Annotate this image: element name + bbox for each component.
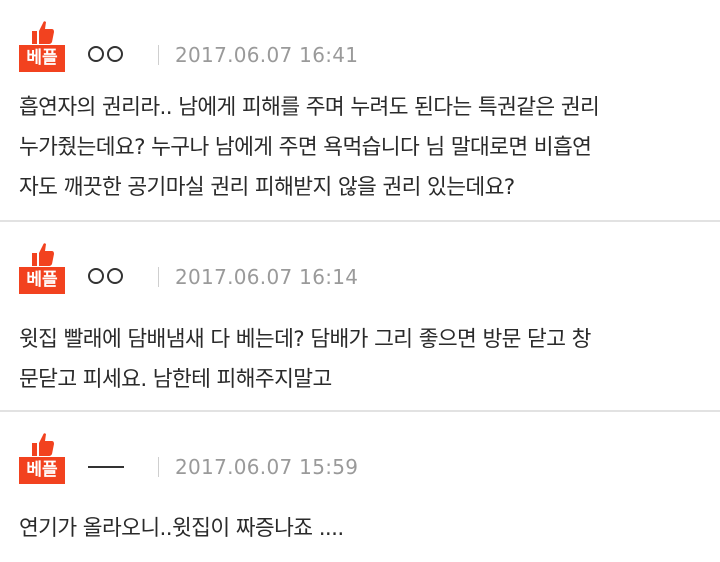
- best-comment-badge: 베플: [19, 242, 65, 296]
- thumbs-up-icon: [32, 21, 54, 44]
- comment-line: 누가줬는데요? 누구나 남에게 주면 욕먹습니다 님 말대로면 비흡연: [19, 135, 592, 160]
- nickname[interactable]: [88, 268, 123, 288]
- badge-label: 베플: [19, 457, 65, 484]
- best-comment-badge: 베플: [19, 20, 65, 74]
- meta-separator: [158, 267, 159, 287]
- comment-item: 베플 2017.06.07 15:59 연기가 올라오니..윗집이 짜증나죠 .…: [0, 412, 720, 562]
- meta-separator: [158, 457, 159, 477]
- nickname-circle-icon: [88, 268, 104, 284]
- comment-line: 연기가 올라오니..윗집이 짜증나죠 ....: [19, 516, 344, 541]
- comment-item: 베플 2017.06.07 16:14 윗집 빨래에 담배냄새 다 베는데? 담…: [0, 222, 720, 410]
- comment-meta: 베플 2017.06.07 15:59: [19, 432, 699, 486]
- comment-text: 흡연자의 권리라.. 남에게 피해를 주며 누려도 된다는 특권같은 권리 누가…: [19, 88, 709, 208]
- comment-line: 흡연자의 권리라.. 남에게 피해를 주며 누려도 된다는 특권같은 권리: [19, 95, 600, 120]
- comment-line: 윗집 빨래에 담배냄새 다 베는데? 담배가 그리 좋으면 방문 닫고 창: [19, 327, 591, 352]
- thumbs-up-icon: [32, 243, 54, 266]
- badge-label: 베플: [19, 267, 65, 294]
- best-comment-badge: 베플: [19, 432, 65, 486]
- nickname-circle-icon: [88, 46, 104, 62]
- comment-date: 2017.06.07 16:41: [175, 43, 359, 67]
- comment-item: 베플 2017.06.07 16:41 흡연자의 권리라.. 남에게 피해를 주…: [0, 0, 720, 220]
- comment-text: 연기가 올라오니..윗집이 짜증나죠 ....: [19, 509, 709, 549]
- thumbs-up-icon: [32, 433, 54, 456]
- comment-date: 2017.06.07 16:14: [175, 265, 359, 289]
- nickname[interactable]: [88, 46, 123, 66]
- comment-line: 자도 깨끗한 공기마실 권리 피해받지 않을 권리 있는데요?: [19, 175, 515, 200]
- meta-separator: [158, 45, 159, 65]
- comment-line: 문닫고 피세요. 남한테 피해주지말고: [19, 367, 332, 392]
- comment-text: 윗집 빨래에 담배냄새 다 베는데? 담배가 그리 좋으면 방문 닫고 창 문닫…: [19, 320, 709, 400]
- nickname[interactable]: [88, 466, 124, 468]
- badge-label: 베플: [19, 45, 65, 72]
- comment-meta: 베플 2017.06.07 16:41: [19, 20, 699, 74]
- comment-meta: 베플 2017.06.07 16:14: [19, 242, 699, 296]
- nickname-circle-icon: [107, 46, 123, 62]
- nickname-circle-icon: [107, 268, 123, 284]
- comment-date: 2017.06.07 15:59: [175, 455, 359, 479]
